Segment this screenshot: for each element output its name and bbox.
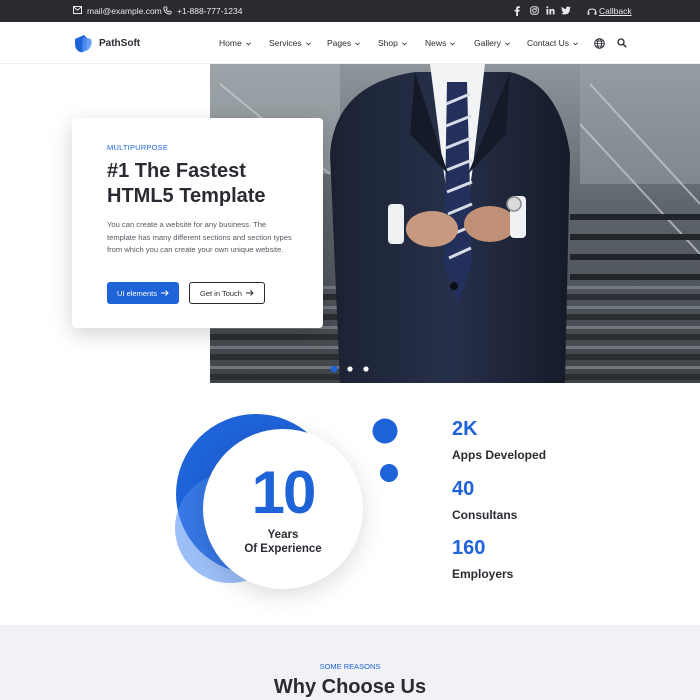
stat-label-consultans: Consultans: [452, 508, 518, 522]
hero-card: MULTIPURPOSE #1 The Fastest HTML5 Templa…: [72, 118, 323, 328]
nav-item-label: Contact Us: [527, 38, 570, 48]
top-bar: mail@example.com +1-888-777-1234 Callbac…: [0, 0, 700, 22]
chevron-down-icon: [573, 42, 578, 46]
nav-item-contact-us[interactable]: Contact Us: [527, 38, 578, 48]
stat-label-employers: Employers: [452, 567, 514, 581]
years-label-line-2: Of Experience: [244, 543, 322, 555]
nav-item-shop[interactable]: Shop: [378, 38, 407, 48]
phone-icon: [163, 6, 172, 15]
nav-item-pages[interactable]: Pages: [327, 38, 360, 48]
hero-headline: #1 The Fastest HTML5 Template: [107, 160, 266, 207]
stat-value-consultans: 40: [452, 478, 475, 500]
nav-item-gallery[interactable]: Gallery: [474, 38, 510, 48]
nav-item-label: News: [425, 38, 447, 48]
arrow-right-icon: [161, 290, 169, 296]
callback-icon: [587, 8, 597, 15]
linkedin-icon[interactable]: [546, 6, 555, 15]
ui-elements-button[interactable]: UI elements: [107, 282, 179, 304]
chevron-down-icon: [245, 42, 251, 46]
ui-elements-button-label: UI elements: [116, 288, 158, 298]
nav-item-label: Pages: [327, 38, 352, 48]
globe-icon[interactable]: [594, 38, 605, 49]
chevron-down-icon: [401, 42, 407, 46]
stat-value-apps: 2K: [452, 418, 478, 440]
nav-item-services[interactable]: Services: [269, 38, 311, 48]
nav-item-label: Home: [219, 38, 242, 48]
stat-label-apps: Apps Developed: [452, 448, 547, 462]
years-label: Years Of Experience: [203, 528, 363, 556]
main-header: PathSoft Home Services Pages Shop News G…: [0, 22, 700, 64]
facebook-icon[interactable]: [514, 6, 520, 16]
twitter-icon[interactable]: [561, 6, 571, 15]
mail-icon: [73, 6, 82, 14]
reasons-title: Why Choose Us: [273, 676, 427, 698]
nav-item-news[interactable]: News: [425, 38, 456, 48]
slider-dot-1[interactable]: [330, 365, 338, 373]
hero-description: You can create a website for any busines…: [107, 220, 292, 255]
nav-item-home[interactable]: Home: [219, 38, 251, 48]
slider-dot-2[interactable]: [347, 366, 353, 372]
instagram-icon[interactable]: [530, 6, 539, 15]
get-in-touch-button[interactable]: Get in Touch: [189, 282, 265, 304]
pathsoft-logo-icon[interactable]: [74, 34, 94, 54]
nav-item-label: Gallery: [474, 38, 501, 48]
chevron-down-icon: [505, 42, 510, 46]
chevron-down-icon: [355, 42, 360, 46]
arrow-right-icon: [245, 290, 254, 296]
search-icon[interactable]: [617, 38, 627, 48]
chevron-down-icon: [305, 42, 311, 46]
get-in-touch-button-label: Get in Touch: [200, 288, 242, 298]
nav-item-label: Shop: [378, 38, 398, 48]
years-value: 10: [251, 459, 317, 526]
reasons-kicker: SOME REASONS: [319, 662, 381, 671]
slider-pagination: [330, 360, 374, 378]
years-label-line-1: Years: [267, 529, 299, 541]
topbar-phone-link[interactable]: +1-888-777-1234: [177, 6, 242, 16]
slider-dot-3[interactable]: [363, 366, 369, 372]
stat-value-employers: 160: [452, 537, 486, 559]
nav-item-label: Services: [269, 38, 302, 48]
topbar-email-link[interactable]: mail@example.com: [87, 6, 162, 16]
hero-kicker: MULTIPURPOSE: [107, 143, 169, 152]
callback-link[interactable]: Callback: [599, 6, 632, 16]
chevron-down-icon: [450, 42, 456, 46]
brand-name[interactable]: PathSoft: [99, 38, 140, 49]
